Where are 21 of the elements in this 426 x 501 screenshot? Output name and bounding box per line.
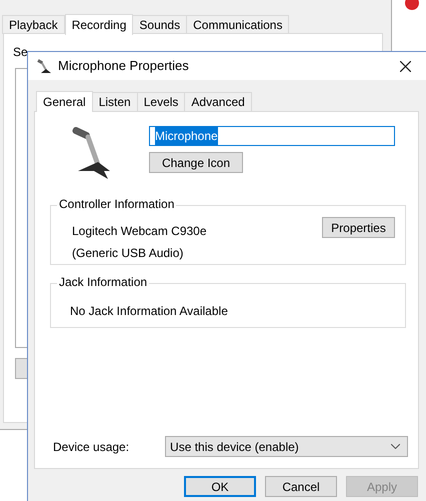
properties-button[interactable]: Properties <box>322 217 395 238</box>
jack-status-text: No Jack Information Available <box>70 303 228 320</box>
dialog-button[interactable]: OK <box>184 476 256 497</box>
driver-name: (Generic USB Audio) <box>72 245 184 262</box>
device-usage-dropdown[interactable]: Use this device (enable) <box>165 436 408 457</box>
window-title: Microphone Properties <box>58 57 189 76</box>
name-value: Microphone <box>155 127 218 145</box>
tab[interactable]: Recording <box>64 14 134 35</box>
close-icon[interactable] <box>400 60 411 72</box>
tab[interactable]: Playback <box>2 15 65 34</box>
change-icon-button[interactable]: Change Icon <box>149 152 243 173</box>
instruction-text: Se <box>13 45 28 59</box>
tab[interactable]: General <box>36 91 93 112</box>
name-field[interactable]: Microphone <box>149 126 395 146</box>
tab[interactable]: Communications <box>186 15 290 34</box>
app-icon <box>405 0 419 10</box>
device-name: Logitech Webcam C930e <box>72 223 207 240</box>
dialog-button[interactable]: Cancel <box>265 476 337 497</box>
microphone-icon <box>36 58 52 74</box>
device-usage-label: Device usage: <box>53 438 130 456</box>
tab[interactable]: Advanced <box>184 92 252 111</box>
